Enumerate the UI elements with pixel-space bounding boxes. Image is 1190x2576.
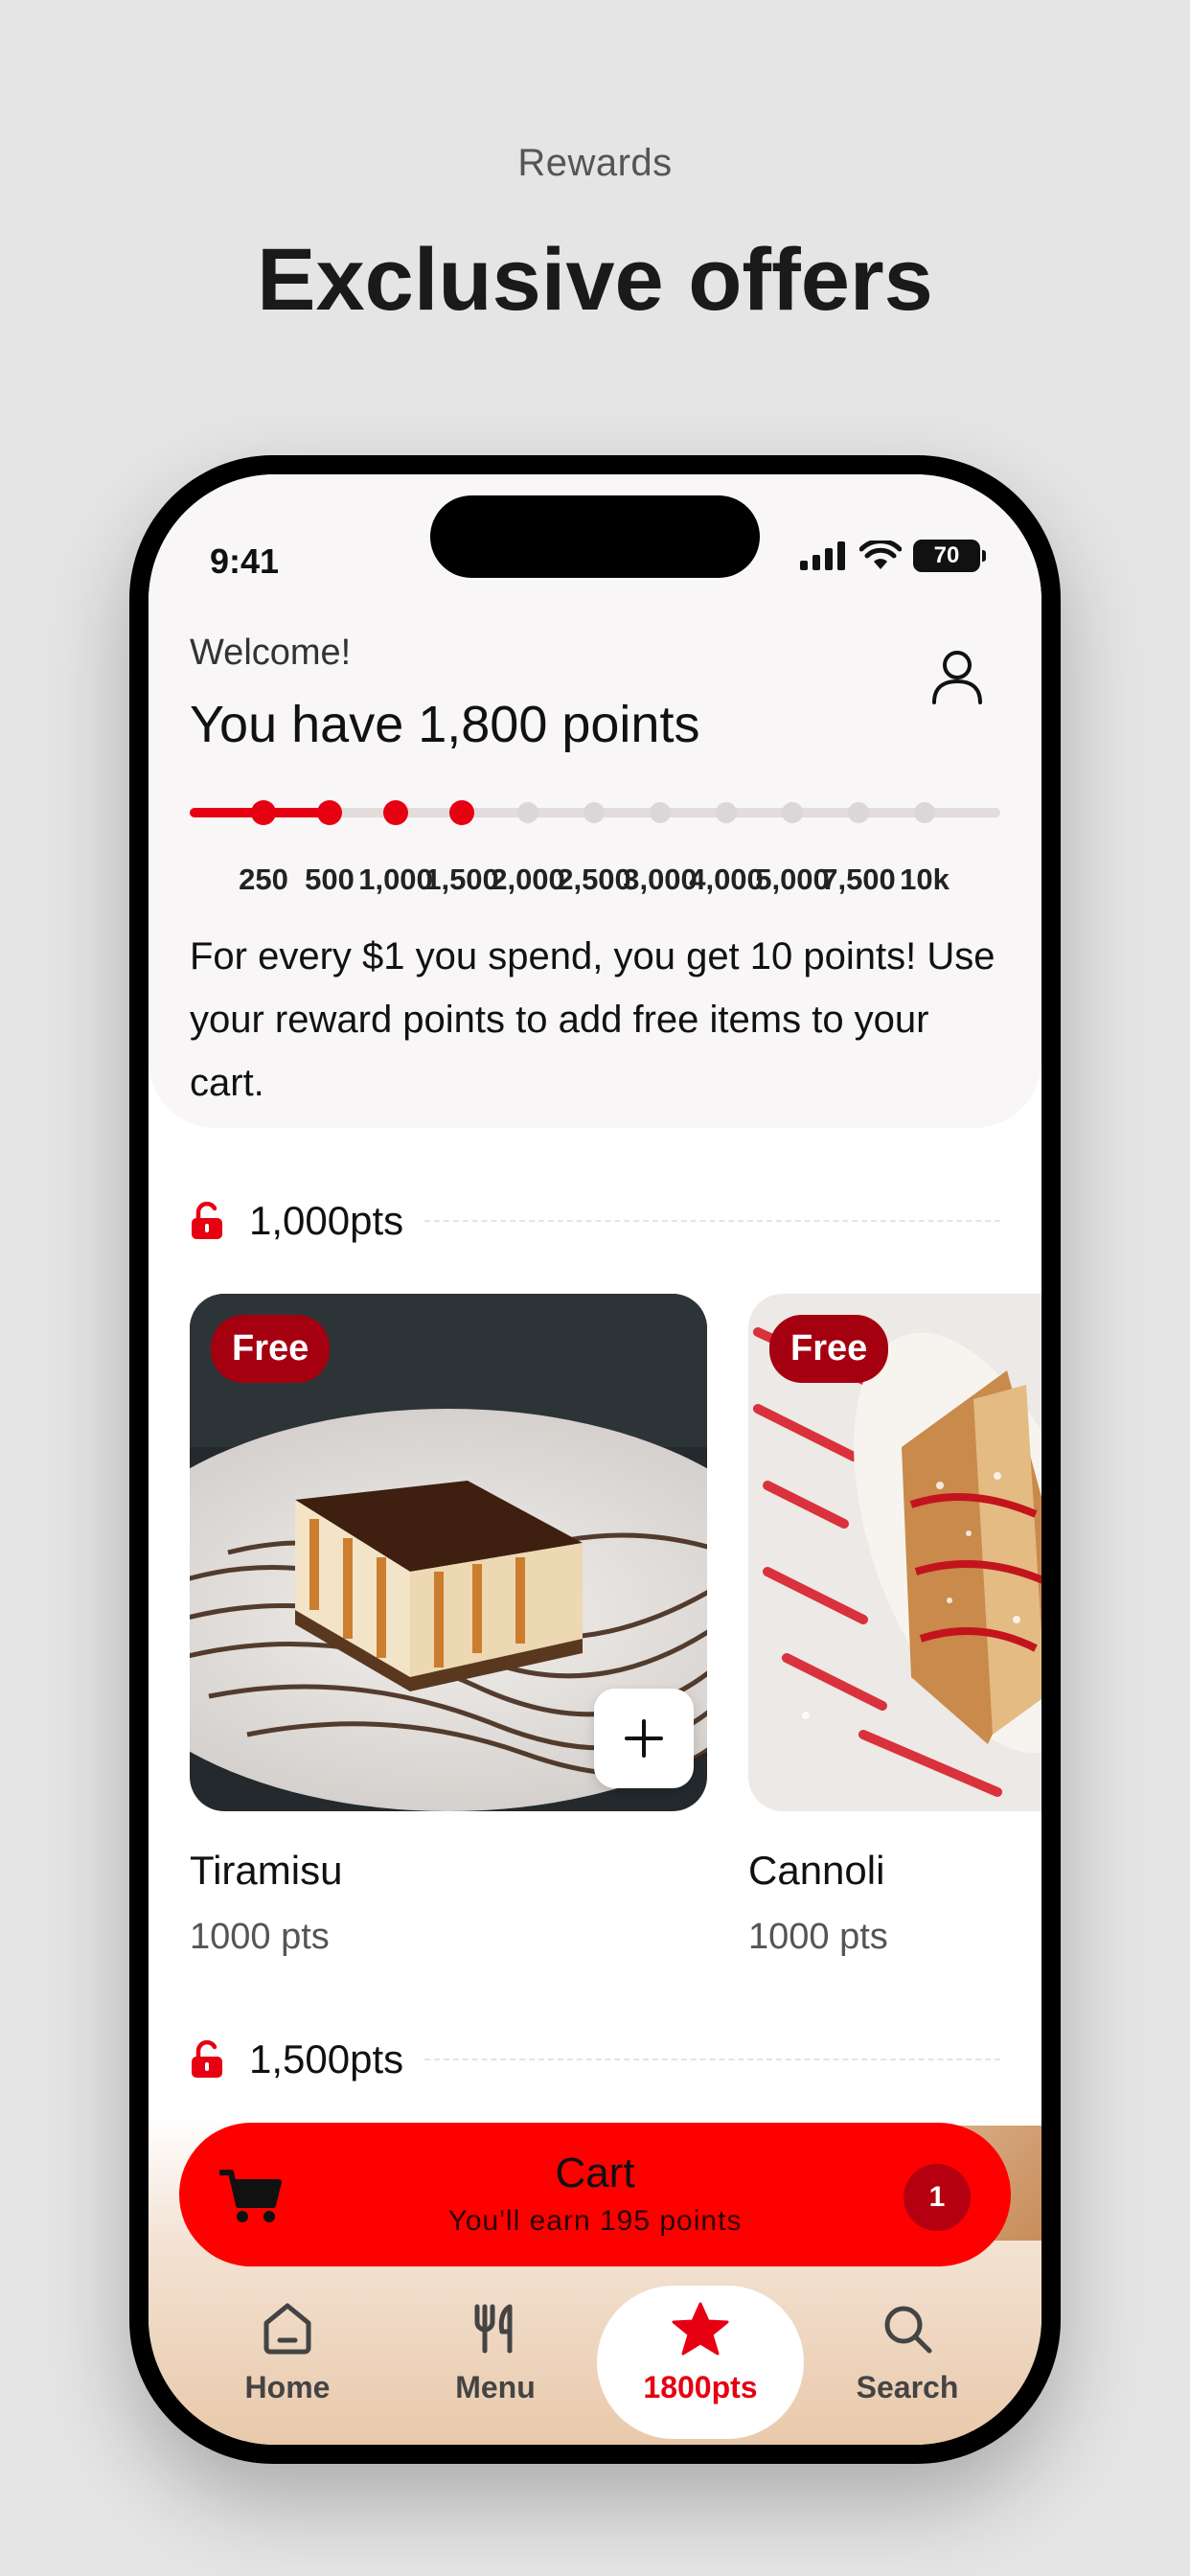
progress-tick-label: 1,500 [424,862,499,896]
progress-tick-label: 7,500 [821,862,896,896]
progress-dot [251,800,276,825]
nav-label: Menu [455,2370,536,2404]
cart-button[interactable]: Cart You'll earn 195 points 1 [179,2123,1011,2266]
section-divider [424,1220,1000,1222]
nav-item-home[interactable]: Home [182,2286,393,2439]
free-badge: Free [769,1315,889,1383]
bottom-nav: Home Menu 1800pts Search [149,2286,1041,2445]
points-balance-title: You have 1,800 points [190,696,700,753]
rewards-info-text: For every $1 you spend, you get 10 point… [190,935,995,1104]
nav-label: Home [244,2370,331,2404]
progress-tick-label: 10k [900,862,950,896]
cannoli-image: Free [748,1294,1041,1811]
item-points: 1000 pts [748,1917,888,1957]
fork-knife-icon [474,2304,513,2354]
progress-dot [449,800,474,825]
unlock-icon [192,2040,222,2078]
unlock-icon [192,1202,222,1239]
progress-tick-label: 500 [305,862,355,896]
promo-subtitle: Rewards [517,142,673,184]
progress-tick-label: 2,000 [491,862,565,896]
cellular-signal-icon [800,541,845,570]
nav-item-rewards[interactable]: 1800pts [597,2286,804,2439]
nav-label: 1800pts [643,2370,758,2404]
status-icons: 70 [800,540,986,572]
progress-dot [716,802,737,823]
points-tick-labels: 250 500 1,000 1,500 2,000 2,500 3,000 4,000 5,00… [149,862,1041,901]
progress-tick-label: 5,000 [755,862,830,896]
points-progress-dots [251,800,935,825]
plus-icon [625,1719,663,1758]
progress-tick-label: 1,000 [358,862,433,896]
item-name: Tiramisu [190,1848,343,1893]
nav-item-search[interactable]: Search [802,2286,1013,2439]
reward-item-card[interactable]: Free Tiramisu 1000 pts [190,1294,707,1958]
nav-item-menu[interactable]: Menu [390,2286,601,2439]
progress-tick-label: 250 [239,862,288,896]
home-icon [263,2303,311,2355]
progress-dot [848,802,869,823]
section-header-1000: 1,000pts [190,1198,1000,1244]
section-points-label: 1,500pts [249,2036,404,2082]
progress-tick-label: 4,000 [689,862,764,896]
cart-title: Cart [555,2150,635,2196]
progress-dot [317,800,342,825]
progress-dot [584,802,605,823]
battery-icon: 70 [913,540,986,572]
star-icon [672,2302,729,2356]
section-points-label: 1,000pts [249,1198,404,1243]
cart-earn-subtitle: You'll earn 195 points [447,2205,743,2237]
app-screen: 9:41 70 Welcome! You have 1,800 points 2… [149,474,1041,2445]
promo-title: Exclusive offers [257,231,933,329]
add-to-cart-button[interactable] [594,1689,694,1788]
cart-texts: Cart You'll earn 195 points [179,2150,1011,2238]
progress-dot [650,802,671,823]
nav-label: Search [856,2370,959,2404]
dynamic-island [430,495,760,578]
search-icon [884,2306,932,2354]
wifi-icon [859,540,902,569]
free-badge: Free [211,1315,331,1383]
welcome-text: Welcome! [190,632,352,673]
phone-frame: 9:41 70 Welcome! You have 1,800 points 2… [129,455,1061,2464]
section-divider [424,2058,1000,2060]
tiramisu-image: Free [190,1294,707,1811]
progress-tick-label: 2,500 [557,862,631,896]
item-points: 1000 pts [190,1917,330,1957]
progress-dot [914,802,935,823]
progress-dot [517,802,538,823]
progress-dot [383,800,408,825]
progress-dot [782,802,803,823]
progress-tick-label: 3,000 [623,862,698,896]
status-time: 9:41 [210,541,280,581]
cart-count-badge: 1 [904,2164,971,2231]
item-name: Cannoli [748,1848,885,1893]
reward-item-card[interactable]: Free Cannoli 1000 pts [748,1294,1041,1958]
user-icon [932,651,982,704]
profile-button[interactable] [930,649,984,709]
section-header-1500: 1,500pts [190,2036,1000,2082]
